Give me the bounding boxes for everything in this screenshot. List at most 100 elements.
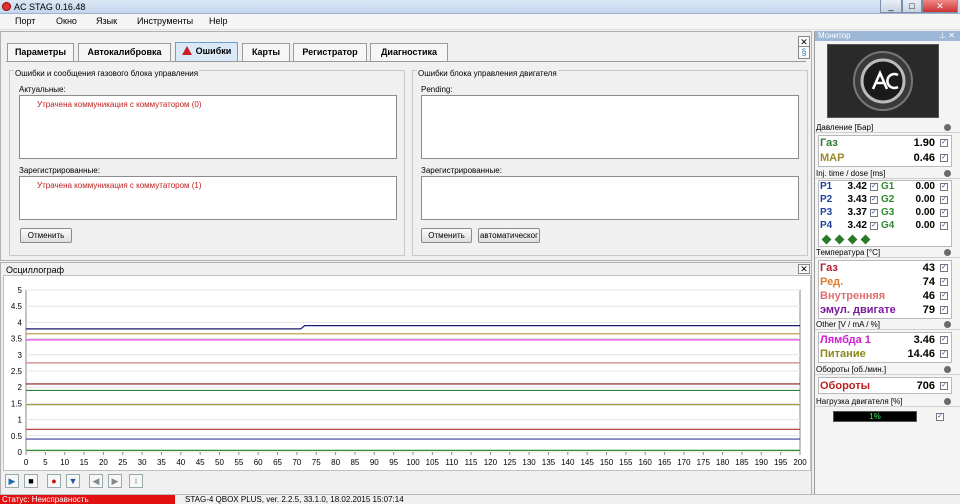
p1-checkbox[interactable]: ✓ <box>870 183 878 191</box>
load-checkbox[interactable]: ✓ <box>936 413 944 421</box>
p3-checkbox[interactable]: ✓ <box>870 209 878 217</box>
title-bar: AC STAG 0.16.48 _ □ ✕ <box>0 0 960 14</box>
engine-cancel-button[interactable]: Отменить <box>421 228 472 243</box>
lambda-label: Лямбда 1 <box>820 334 871 346</box>
x-tick-label: 80 <box>331 458 340 467</box>
warning-icon <box>181 46 192 55</box>
p2-value: 3.43 <box>847 194 867 205</box>
registered-error-item[interactable]: Утрачена коммуникация с коммутатором (1) <box>37 181 202 190</box>
maximize-button[interactable]: □ <box>902 0 922 13</box>
p4-checkbox[interactable]: ✓ <box>870 222 878 230</box>
rpm-checkbox[interactable]: ✓ <box>940 382 948 390</box>
injection-panel: P1 3.42 ✓ G1 0.00 ✓ P2 3.43 ✓ G2 0.00 ✓ … <box>818 180 952 247</box>
power-checkbox[interactable]: ✓ <box>940 350 948 358</box>
other-section: Other [V / mA / %] <box>815 319 960 330</box>
tab-errors[interactable]: Ошибки <box>175 42 238 61</box>
tab-autocalibration[interactable]: Автокалибровка <box>78 43 171 61</box>
temp-gas-checkbox[interactable]: ✓ <box>940 264 948 272</box>
automatic-button[interactable]: автоматическог <box>478 228 540 243</box>
temperature-panel: Газ 43 ✓ Ред. 74 ✓ Внутренняя 46 ✓ эмул.… <box>818 260 952 319</box>
temp-emulated-checkbox[interactable]: ✓ <box>940 306 948 314</box>
tab-diagnostics[interactable]: Диагностика <box>370 43 448 61</box>
rpm-dot-icon[interactable] <box>944 366 951 373</box>
injector-2-icon <box>834 234 845 245</box>
registered-errors-label: Зарегистрированные: <box>19 166 100 175</box>
temp-internal-checkbox[interactable]: ✓ <box>940 292 948 300</box>
p3-label: P3 <box>820 207 833 218</box>
rpm-panel: Обороты 706 ✓ <box>818 377 952 394</box>
gas-pressure-checkbox[interactable]: ✓ <box>940 139 948 147</box>
actual-errors-list[interactable]: Утрачена коммуникация с коммутатором (0) <box>19 95 397 159</box>
tab-maps[interactable]: Карты <box>242 43 290 61</box>
pending-errors-list[interactable] <box>421 95 799 159</box>
cancel-button[interactable]: Отменить <box>20 228 72 243</box>
g4-value: 0.00 <box>915 220 935 231</box>
pressure-dot-icon[interactable] <box>944 124 951 131</box>
close-oscilloscope-icon[interactable]: ✕ <box>798 264 810 274</box>
tab-parameters[interactable]: Параметры <box>7 43 74 61</box>
x-tick-label: 90 <box>370 458 379 467</box>
registered-errors-list[interactable]: Утрачена коммуникация с коммутатором (1) <box>19 176 397 220</box>
window-title: AC STAG 0.16.48 <box>14 2 86 12</box>
close-button[interactable]: ✕ <box>922 0 958 13</box>
play-button[interactable]: ▶ <box>5 474 19 488</box>
load-section: Нагрузка двигателя [%] <box>815 396 960 407</box>
pressure-panel: Газ 1.90 ✓ MAP 0.46 ✓ <box>818 135 952 167</box>
tab-recorder[interactable]: Регистратор <box>293 43 367 61</box>
x-tick-label: 75 <box>312 458 321 467</box>
injector-1-icon <box>821 234 832 245</box>
g3-value: 0.00 <box>915 207 935 218</box>
temp-gas-label: Газ <box>820 262 838 274</box>
lambda-checkbox[interactable]: ✓ <box>940 336 948 344</box>
g4-checkbox[interactable]: ✓ <box>940 222 948 230</box>
temperature-dot-icon[interactable] <box>944 249 951 256</box>
status-bar: Статус: Неисправность STAG-4 QBOX PLUS, … <box>0 494 960 504</box>
monitor-title: Монитор ⊥ ✕ <box>815 31 960 41</box>
minimize-button[interactable]: _ <box>880 0 902 13</box>
help-icon[interactable]: § <box>798 46 810 59</box>
x-tick-label: 100 <box>406 458 420 467</box>
x-tick-label: 70 <box>292 458 301 467</box>
rpm-section: Обороты [об./мин.] <box>815 364 960 375</box>
x-tick-label: 200 <box>793 458 807 467</box>
load-dot-icon[interactable] <box>944 398 951 405</box>
menu-window[interactable]: Окно <box>56 16 77 26</box>
inj-section: Inj. time / dose [ms] <box>815 168 960 179</box>
g2-checkbox[interactable]: ✓ <box>940 196 948 204</box>
stop-button[interactable]: ■ <box>24 474 38 488</box>
map-checkbox[interactable]: ✓ <box>940 154 948 162</box>
oscilloscope-chart[interactable]: 0 0.5 1 1.5 2 2.5 3 3.5 4 4.5 5 0 5 10 15 20 25 30 35 40 45 5… <box>3 275 811 471</box>
x-tick-label: 10 <box>60 458 69 467</box>
menu-port[interactable]: Порт <box>15 16 35 26</box>
g3-checkbox[interactable]: ✓ <box>940 209 948 217</box>
inj-dot-icon[interactable] <box>944 170 951 177</box>
g3-label: G3 <box>881 207 895 218</box>
g1-value: 0.00 <box>915 181 935 192</box>
temp-reducer-checkbox[interactable]: ✓ <box>940 278 948 286</box>
map-value: 0.46 <box>913 152 935 164</box>
x-tick-label: 180 <box>716 458 730 467</box>
download-button[interactable]: ▼ <box>66 474 80 488</box>
actual-error-item[interactable]: Утрачена коммуникация с коммутатором (0) <box>37 100 202 109</box>
next-button[interactable]: ▶ <box>108 474 122 488</box>
p3-value: 3.37 <box>847 207 867 218</box>
menu-help[interactable]: Help <box>209 16 228 26</box>
y-tick-label: 3 <box>18 351 23 360</box>
info-button[interactable]: i <box>129 474 143 488</box>
other-dot-icon[interactable] <box>944 321 951 328</box>
g1-checkbox[interactable]: ✓ <box>940 183 948 191</box>
g2-value: 0.00 <box>915 194 935 205</box>
pressure-section: Давление [Бар] <box>815 122 960 133</box>
monitor-title-text: Монитор <box>818 31 851 40</box>
monitor-pin-close[interactable]: ⊥ ✕ <box>939 31 955 41</box>
menu-tools[interactable]: Инструменты <box>137 16 193 26</box>
menu-language[interactable]: Язык <box>96 16 117 26</box>
prev-button[interactable]: ◀ <box>89 474 103 488</box>
x-tick-label: 185 <box>735 458 749 467</box>
record-button[interactable]: ● <box>47 474 61 488</box>
x-tick-label: 145 <box>580 458 594 467</box>
engine-registered-errors-list[interactable] <box>421 176 799 220</box>
temp-emulated-label: эмул. двигате <box>820 304 896 316</box>
p2-checkbox[interactable]: ✓ <box>870 196 878 204</box>
series-line-1 <box>26 325 800 330</box>
